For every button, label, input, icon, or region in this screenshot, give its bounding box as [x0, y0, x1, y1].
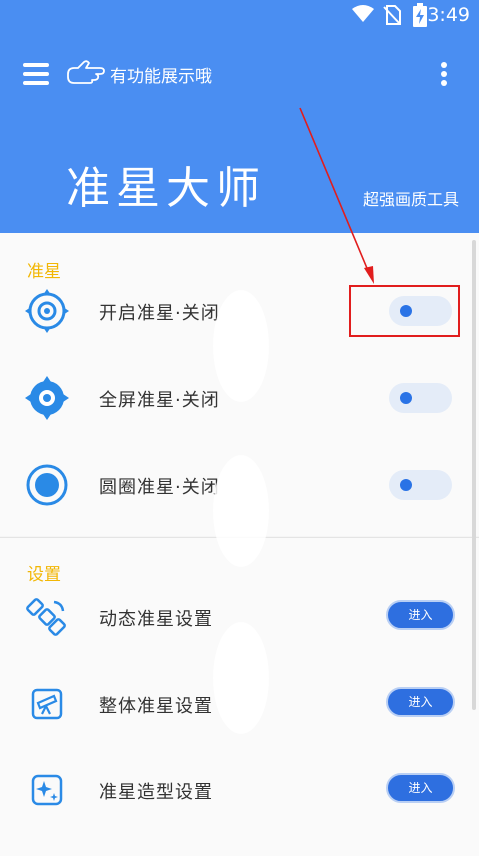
watermark-blob — [213, 290, 269, 402]
settings-row-style: 准星造型设置 进入 — [0, 760, 479, 820]
settings-label: 准星造型设置 — [99, 782, 213, 803]
hand-pointing-icon — [67, 60, 105, 84]
satellite-icon — [26, 598, 66, 636]
fullscreen-crosshair-switch[interactable] — [389, 383, 452, 413]
section-title-settings: 设置 — [27, 565, 61, 585]
toggle-label: 全屏准星·关闭 — [99, 390, 220, 411]
dynamic-settings-enter-button[interactable]: 进入 — [386, 600, 455, 630]
status-bar: 3:49 — [0, 0, 479, 30]
style-settings-enter-button[interactable]: 进入 — [386, 773, 455, 803]
scrollbar[interactable] — [472, 240, 476, 710]
circle-crosshair-switch[interactable] — [389, 470, 452, 500]
crosshair-target-icon — [25, 289, 69, 333]
settings-label: 动态准星设置 — [99, 609, 213, 630]
app-title: 准星大师 — [66, 163, 266, 214]
app-tagline: 超强画质工具 — [362, 190, 459, 209]
status-time: 3:49 — [427, 4, 470, 26]
crosshair-fullscreen-icon — [25, 376, 69, 420]
watermark-blob — [213, 622, 269, 734]
telescope-icon — [31, 688, 63, 720]
hamburger-menu-icon[interactable] — [23, 63, 49, 85]
sparkle-icon — [31, 774, 63, 806]
app-header: 3:49 有功能展示哦 准星大师 超强画质工具 — [0, 0, 479, 233]
no-sim-icon — [383, 5, 401, 25]
toggle-label: 圆圈准星·关闭 — [99, 477, 220, 498]
section-title-crosshair: 准星 — [27, 262, 61, 282]
header-subtitle: 有功能展示哦 — [110, 67, 212, 87]
annotation-highlight-box — [349, 285, 460, 337]
wifi-icon — [352, 5, 374, 22]
battery-charging-icon — [413, 3, 427, 27]
switch-knob — [400, 392, 412, 404]
overall-settings-enter-button[interactable]: 进入 — [386, 687, 455, 717]
more-options-icon[interactable] — [440, 62, 448, 86]
settings-label: 整体准星设置 — [99, 696, 213, 717]
toggle-label: 开启准星·关闭 — [99, 303, 220, 324]
crosshair-circle-icon — [26, 464, 68, 506]
switch-knob — [400, 479, 412, 491]
watermark-blob — [213, 455, 269, 567]
